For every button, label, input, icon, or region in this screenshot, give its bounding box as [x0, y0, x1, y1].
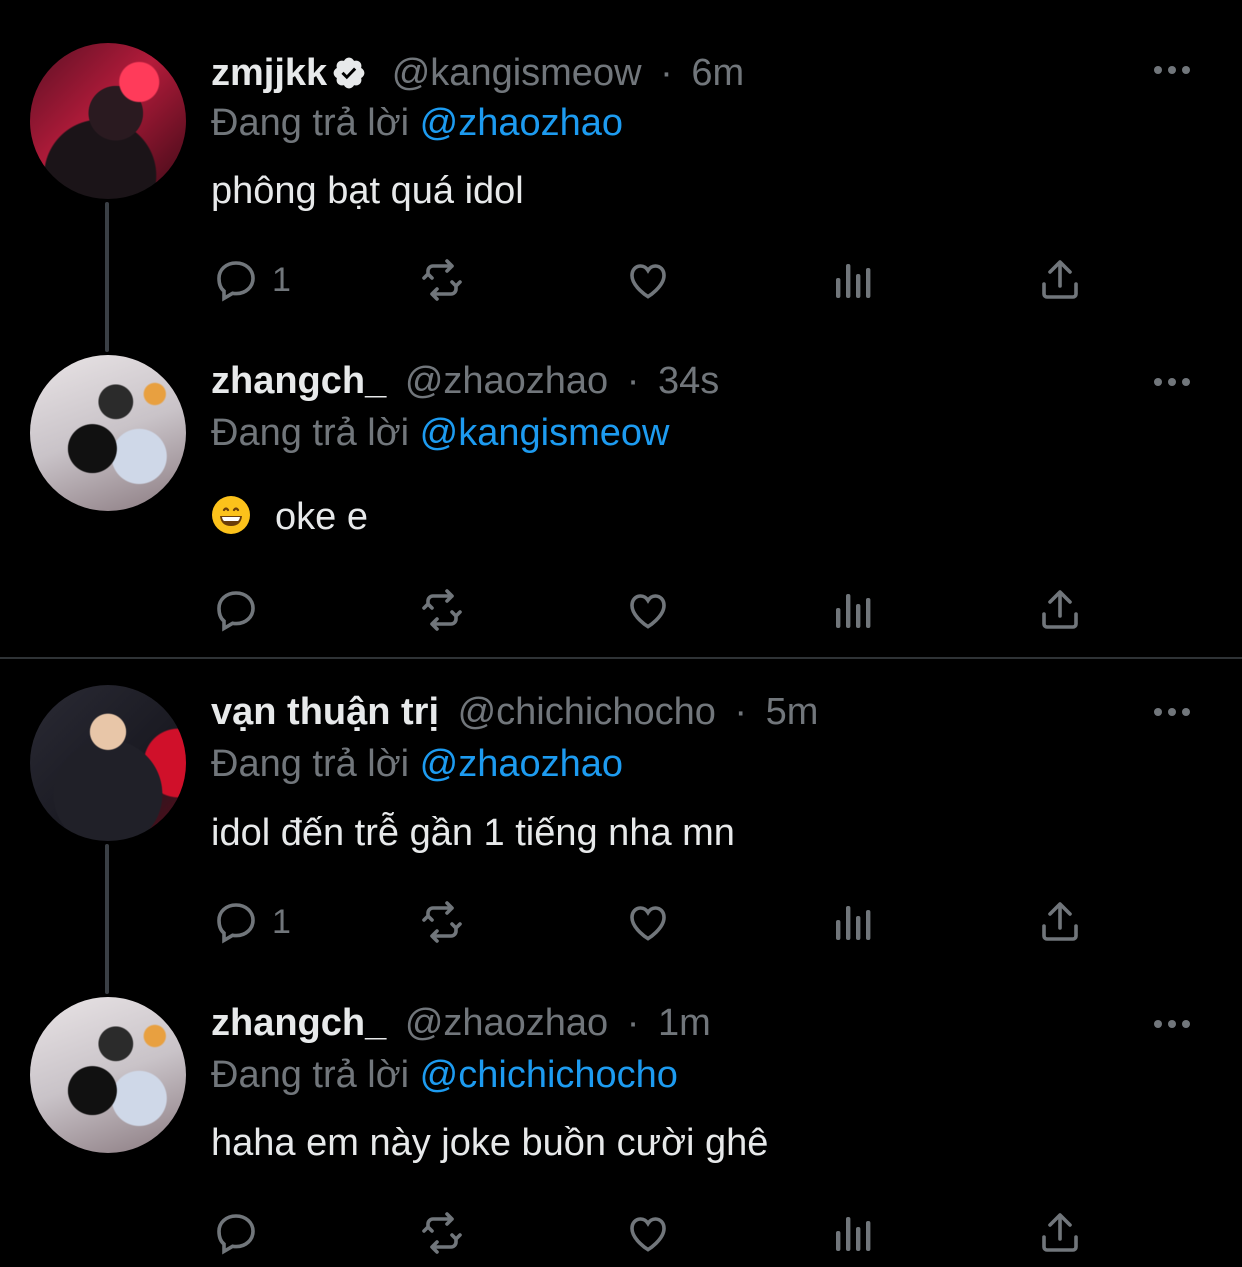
- views-icon: [836, 906, 871, 940]
- verified-badge-icon: [333, 57, 365, 89]
- retweet-button[interactable]: [418, 1205, 466, 1261]
- display-name[interactable]: zmjjkk: [211, 52, 327, 94]
- tweet-text: phông bạt quá idol: [211, 170, 524, 212]
- retweet-button[interactable]: [418, 894, 466, 950]
- more-icon[interactable]: [1152, 705, 1192, 719]
- like-button[interactable]: [624, 1205, 672, 1261]
- mention-link[interactable]: @kangismeow: [420, 412, 670, 454]
- like-button[interactable]: [624, 252, 672, 308]
- like-icon: [630, 906, 666, 941]
- share-button[interactable]: [1036, 582, 1084, 638]
- tweet-text-container: oke e: [211, 494, 368, 540]
- mention-link[interactable]: @zhaozhao: [420, 743, 623, 785]
- tweet-actions: [0, 1205, 1242, 1265]
- reply-icon: [217, 1214, 255, 1255]
- replying-to-label: Đang trả lời: [211, 743, 410, 785]
- views-icon: [836, 594, 871, 628]
- replying-to-label: Đang trả lời: [211, 412, 410, 454]
- like-button[interactable]: [624, 582, 672, 638]
- replying-to-label: Đang trả lời: [211, 102, 410, 144]
- timestamp[interactable]: 5m: [766, 691, 819, 733]
- display-name[interactable]: zhangch_: [211, 360, 386, 402]
- views-button[interactable]: [830, 252, 878, 308]
- timestamp[interactable]: 6m: [691, 52, 744, 94]
- display-name[interactable]: vạn thuận trị: [211, 691, 439, 733]
- handle[interactable]: @kangismeow: [392, 52, 642, 94]
- reply-icon: [217, 261, 255, 302]
- retweet-icon: [422, 259, 462, 301]
- tweet-header: zhangch_ @zhaozhao · 34s: [211, 358, 719, 404]
- avatar[interactable]: [30, 685, 186, 841]
- more-icon[interactable]: [1152, 63, 1192, 77]
- share-button[interactable]: [1036, 1205, 1084, 1261]
- tweet-actions: 1: [0, 252, 1242, 312]
- tweet-actions: 1: [0, 894, 1242, 954]
- tweet-header: zmjjkk @kangismeow · 6m: [211, 50, 744, 96]
- tweet-actions: [0, 582, 1242, 642]
- mention-link[interactable]: @chichichocho: [420, 1054, 678, 1096]
- reply-icon: [217, 903, 255, 944]
- mention-link[interactable]: @zhaozhao: [420, 102, 623, 144]
- views-icon: [836, 1217, 871, 1251]
- grinning-face-emoji: [212, 496, 250, 534]
- views-button[interactable]: [830, 894, 878, 950]
- tweet-text: haha em này joke buồn cười ghê: [211, 1122, 769, 1164]
- replying-to: Đang trả lời @chichichocho: [211, 1052, 678, 1098]
- like-button[interactable]: [624, 894, 672, 950]
- replying-to: Đang trả lời @zhaozhao: [211, 741, 623, 787]
- timestamp[interactable]: 1m: [658, 1002, 711, 1044]
- share-icon: [1042, 590, 1078, 629]
- reply-icon: [217, 591, 255, 632]
- share-icon: [1042, 260, 1078, 299]
- retweet-icon: [422, 589, 462, 631]
- reply-count: 1: [272, 902, 291, 941]
- reply-button[interactable]: 1: [212, 894, 291, 950]
- retweet-icon: [422, 901, 462, 943]
- display-name[interactable]: zhangch_: [211, 1002, 386, 1044]
- timestamp[interactable]: 34s: [658, 360, 719, 402]
- replying-to-label: Đang trả lời: [211, 1054, 410, 1096]
- more-icon[interactable]: [1152, 1017, 1192, 1031]
- reply-button[interactable]: [212, 582, 272, 638]
- tweet-header: zhangch_ @zhaozhao · 1m: [211, 1000, 711, 1046]
- separator: ·: [626, 1002, 640, 1044]
- avatar[interactable]: [30, 997, 186, 1153]
- handle[interactable]: @chichichocho: [458, 691, 716, 733]
- avatar[interactable]: [30, 355, 186, 511]
- handle[interactable]: @zhaozhao: [405, 1002, 608, 1044]
- views-button[interactable]: [830, 1205, 878, 1261]
- retweet-icon: [422, 1212, 462, 1254]
- replying-to: Đang trả lời @kangismeow: [211, 410, 669, 456]
- more-icon[interactable]: [1152, 375, 1192, 389]
- separator: ·: [660, 52, 673, 94]
- tweet-text: oke e: [275, 496, 368, 538]
- tweet-text: idol đến trễ gần 1 tiếng nha mn: [211, 812, 735, 854]
- like-icon: [630, 264, 666, 299]
- share-icon: [1042, 902, 1078, 941]
- reply-button[interactable]: 1: [212, 252, 291, 308]
- thread-divider: [0, 657, 1242, 659]
- avatar[interactable]: [30, 43, 186, 199]
- tweet-header: vạn thuận trị @chichichocho · 5m: [211, 689, 818, 735]
- like-icon: [630, 594, 666, 629]
- share-button[interactable]: [1036, 894, 1084, 950]
- separator: ·: [734, 691, 748, 733]
- reply-count: 1: [272, 260, 291, 299]
- views-button[interactable]: [830, 582, 878, 638]
- retweet-button[interactable]: [418, 582, 466, 638]
- handle[interactable]: @zhaozhao: [405, 360, 608, 402]
- replying-to: Đang trả lời @zhaozhao: [211, 100, 623, 146]
- reply-button[interactable]: [212, 1205, 272, 1261]
- share-icon: [1042, 1213, 1078, 1252]
- separator: ·: [626, 360, 640, 402]
- like-icon: [630, 1217, 666, 1252]
- share-button[interactable]: [1036, 252, 1084, 308]
- views-icon: [836, 264, 871, 298]
- retweet-button[interactable]: [418, 252, 466, 308]
